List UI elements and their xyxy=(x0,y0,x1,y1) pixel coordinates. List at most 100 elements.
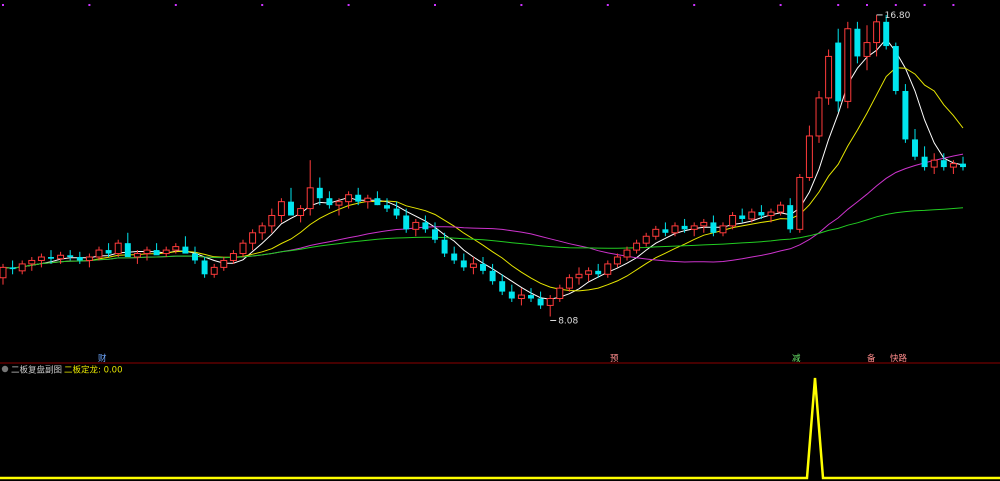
candle-body-up xyxy=(613,256,621,265)
indicator-panel-name: 二板复盘副图 xyxy=(11,365,62,376)
marker-dot xyxy=(894,4,897,6)
candle-body-down xyxy=(710,222,717,233)
candle-body-down xyxy=(288,201,294,216)
indicator-spike-line xyxy=(0,377,1000,480)
indicator-panel-header: 二板复盘副图 二板定龙: 0.00 xyxy=(1,365,123,376)
candle-body-up xyxy=(546,298,554,306)
candle-body-up xyxy=(364,197,372,203)
candle-body-up xyxy=(777,204,785,213)
candle-body-down xyxy=(422,222,429,230)
event-tag[interactable]: 财 xyxy=(98,353,107,364)
candle-body-up xyxy=(556,287,564,299)
event-tag[interactable]: 减 xyxy=(792,353,801,364)
candle-body-up xyxy=(604,263,612,275)
candle-body-up xyxy=(633,242,641,251)
candle-body-down xyxy=(460,260,467,268)
candle-body-down xyxy=(153,250,160,256)
marker-dot xyxy=(174,4,177,6)
candle-body-up xyxy=(844,28,852,102)
candle-body-up xyxy=(220,259,228,268)
candle-body-up xyxy=(345,194,353,203)
candle-body-up xyxy=(719,225,727,234)
candle-body-up xyxy=(258,225,266,234)
candle-body-up xyxy=(565,277,573,289)
candle-body-up xyxy=(297,208,305,216)
marker-dot xyxy=(434,4,436,6)
candle-body-up xyxy=(517,294,525,299)
candle-body-up xyxy=(623,249,631,258)
candle-body-up xyxy=(585,270,593,275)
candle-body-down xyxy=(883,21,890,47)
candle-body-up xyxy=(690,225,698,230)
candle-body-down xyxy=(758,212,765,216)
candle-body-down xyxy=(192,253,198,261)
candle-body-up xyxy=(805,135,813,178)
candle-body-up xyxy=(815,97,823,137)
candle-body-down xyxy=(182,246,189,254)
candle-body-up xyxy=(162,249,170,255)
candle-body-down xyxy=(48,257,54,259)
candle-body-down xyxy=(393,208,400,216)
candle-body-down xyxy=(9,267,16,270)
candle-body-down xyxy=(326,198,333,206)
candle-body-up xyxy=(0,266,7,279)
event-tags[interactable]: 财 预 减 备 快路 xyxy=(98,353,908,364)
candle-body-down xyxy=(537,298,544,306)
marker-dot xyxy=(693,4,696,6)
candle-body-down xyxy=(384,205,390,209)
candle-body-down xyxy=(451,253,458,261)
candle-body-up xyxy=(748,211,756,220)
candle-body-up xyxy=(700,221,708,227)
candle-body-down xyxy=(432,229,438,240)
candle-body-up xyxy=(335,201,343,206)
event-tag[interactable]: 备 xyxy=(867,353,876,364)
candle-body-down xyxy=(595,270,602,275)
marker-dot xyxy=(952,4,955,6)
candle-body-up xyxy=(249,232,257,244)
candle-body-down xyxy=(681,225,688,230)
indicator-series-label: 二板定龙: 0.00 xyxy=(64,365,123,376)
candle-body-up xyxy=(277,201,285,217)
marker-dot xyxy=(347,4,350,6)
candle-body-down xyxy=(902,91,909,140)
candle-body-down xyxy=(921,156,928,168)
event-tag[interactable]: 预 xyxy=(610,353,619,364)
price-annotations: 16.80 8.08 xyxy=(550,11,911,326)
candle-body-down xyxy=(201,260,208,275)
stock-chart[interactable]: 16.80 8.08 财 预 减 备 快路 二板复盘副图 二板定龙: 0.00 xyxy=(0,0,1000,481)
marker-dot xyxy=(779,4,782,6)
candle-body-up xyxy=(729,215,737,227)
low-price-label: 8.08 xyxy=(558,316,578,326)
candle-body-down xyxy=(892,46,899,91)
candle-body-down xyxy=(374,198,381,206)
candle-body-up xyxy=(767,211,775,217)
candle-body-up xyxy=(469,263,477,268)
marker-dot xyxy=(837,4,840,6)
candle-body-up xyxy=(930,159,938,168)
top-marker-dots xyxy=(2,4,955,6)
candle-body-down xyxy=(662,229,669,233)
candle-body-up xyxy=(642,235,650,244)
candle-body-up xyxy=(796,176,804,230)
marker-dot xyxy=(923,4,926,6)
candle-body-up xyxy=(114,242,122,255)
candle-body-up xyxy=(143,249,151,255)
candle-body-down xyxy=(441,239,448,254)
candle-body-up xyxy=(949,163,957,168)
candle-body-down xyxy=(124,243,131,257)
candle-body-up xyxy=(873,21,881,44)
high-price-label: 16.80 xyxy=(885,11,911,21)
candlestick-series xyxy=(0,14,966,317)
candle-body-up xyxy=(28,259,36,265)
candle-body-down xyxy=(499,281,506,292)
candle-body-down xyxy=(940,160,947,168)
candle-body-up xyxy=(412,221,420,230)
marker-dot xyxy=(261,4,264,6)
candle-body-up xyxy=(863,42,871,57)
circle-icon[interactable] xyxy=(1,365,9,373)
candle-body-down xyxy=(508,291,515,299)
event-tag[interactable]: 快路 xyxy=(890,353,908,364)
candle-body-down xyxy=(960,163,966,168)
candle-body-down xyxy=(854,28,861,57)
candle-body-down xyxy=(403,215,410,230)
